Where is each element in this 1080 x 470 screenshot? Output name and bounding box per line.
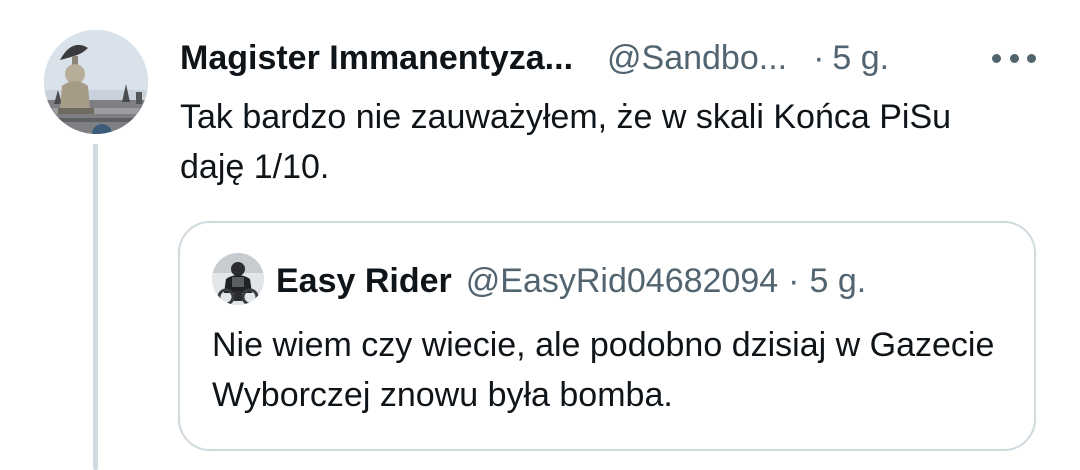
quoted-author-avatar-image bbox=[212, 253, 264, 305]
more-horizontal-icon-dot bbox=[1009, 53, 1019, 63]
separator-dot: · bbox=[813, 38, 825, 77]
thread-line bbox=[93, 144, 98, 470]
quoted-author-handle[interactable]: @EasyRid04682094 bbox=[466, 262, 778, 301]
quoted-author-avatar[interactable] bbox=[212, 253, 264, 305]
quoted-tweet-header: Easy Rider @EasyRid04682094 · 5 g. bbox=[276, 259, 866, 303]
quoted-author-name[interactable]: Easy Rider bbox=[276, 262, 452, 301]
author-avatar[interactable] bbox=[44, 30, 148, 134]
more-horizontal-icon-dot bbox=[1027, 53, 1036, 63]
author-handle[interactable]: @Sandbo... bbox=[607, 39, 787, 78]
more-options-button[interactable] bbox=[992, 44, 1036, 72]
author-avatar-image bbox=[44, 30, 148, 134]
author-name[interactable]: Magister Immanentyza... bbox=[180, 39, 573, 78]
quoted-separator-dot: · bbox=[788, 261, 800, 300]
tweet-header: Magister Immanentyza... @Sandbo... · 5 g… bbox=[180, 36, 889, 80]
more-horizontal-icon bbox=[992, 53, 1001, 63]
quoted-tweet-timestamp[interactable]: 5 g. bbox=[810, 262, 867, 301]
tweet-text: Tak bardzo nie zauważyłem, że w skali Ko… bbox=[180, 98, 952, 186]
quoted-tweet-text: Nie wiem czy wiecie, ale podobno dzisiaj… bbox=[212, 326, 995, 414]
quoted-tweet-card[interactable]: Easy Rider @EasyRid04682094 · 5 g. Nie w… bbox=[178, 221, 1036, 451]
tweet-timestamp[interactable]: 5 g. bbox=[832, 39, 889, 78]
